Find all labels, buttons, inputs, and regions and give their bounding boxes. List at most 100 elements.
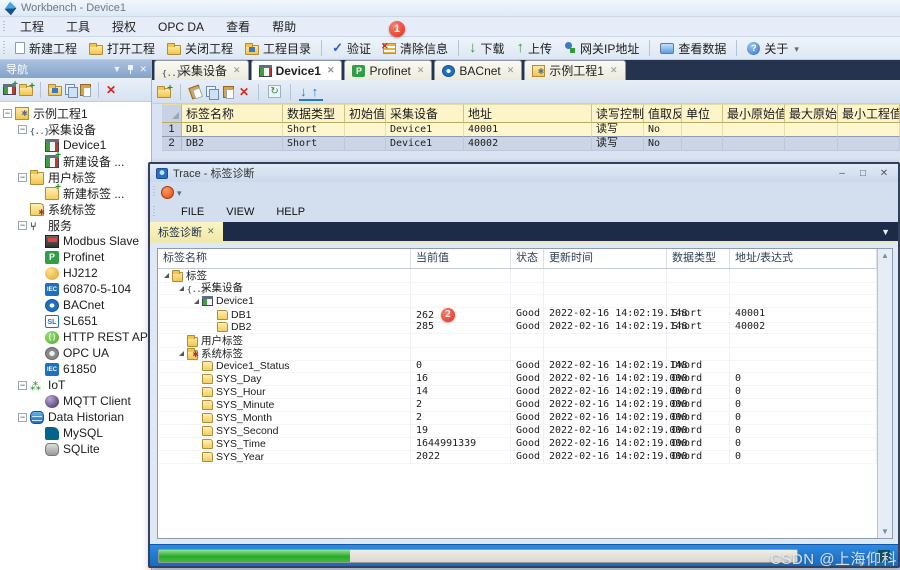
tab-tag-diagnosis[interactable]: 标签诊断 ✕ [150,222,223,241]
upload-button[interactable]: 上传 [511,38,559,59]
tree-item-iec61850[interactable]: 61850 [0,361,151,377]
column-header[interactable]: 采集设备 [386,104,464,123]
tab-project[interactable]: 示例工程1✕ [524,60,626,80]
tree-row-db2[interactable]: DB2 285 Good 2022-02-16 14:02:19.148 Short 4… [158,321,877,334]
tab-device1[interactable]: Device1 ✕ [250,60,343,80]
chevron-down-icon[interactable]: ▼ [113,64,122,74]
tree-row-sys-time[interactable]: SYS_Time 1644991339 Good 2022-02-16 14:02:… [158,438,877,451]
tree-row-device1[interactable]: Device1 [158,295,877,308]
cell-min-raw[interactable] [723,137,785,151]
tree-row-sys-day[interactable]: SYS_Day 16 Good 2022-02-16 14:02:19.000 DWo… [158,373,877,386]
tree-row-sys-year[interactable]: SYS_Year 2022 Good 2022-02-16 14:02:19.000… [158,451,877,464]
column-header[interactable]: 数据类型 [667,249,730,268]
tree-item-system-tags[interactable]: 系统标签 [0,201,151,217]
menu-view[interactable]: 查看 [215,17,261,36]
copy-icon[interactable] [65,83,78,98]
cell-min-eng[interactable] [838,123,900,137]
menu-view[interactable]: VIEW [226,206,254,218]
tree-item-new-device[interactable]: 新建设备 ... [0,150,151,169]
tree-item-device1[interactable]: Device1 [0,137,151,153]
menu-tools[interactable]: 工具 [55,17,101,36]
cell-tag-name[interactable]: DB2 [182,137,283,151]
column-header[interactable]: 值取反 [644,104,682,123]
tree-item-sl651[interactable]: SL651 [0,313,151,329]
column-header[interactable]: 状态 [511,249,544,268]
cell-unit[interactable] [682,137,723,151]
tree-item-hj212[interactable]: HJ212 [0,265,151,281]
tree-item-opc-ua[interactable]: OPC UA [0,345,151,361]
cell-invert[interactable]: No [644,123,682,137]
column-header[interactable]: 读写控制 [592,104,644,123]
close-button[interactable]: ✕ [876,168,892,179]
collapse-box[interactable]: − [18,124,27,134]
tree-item-mysql[interactable]: MySQL [0,425,151,441]
open-project-button[interactable]: 打开工程 [83,38,161,59]
add-tag-icon[interactable] [157,83,173,98]
export-icon[interactable] [310,85,322,101]
edit-icon[interactable] [188,83,203,100]
cell-max-raw[interactable] [785,123,838,137]
record-button[interactable] [161,185,174,199]
tree-item-data-historian[interactable]: − Data Historian [0,409,151,425]
view-data-button[interactable]: 查看数据 [654,38,732,59]
tree-item-services[interactable]: −服务 [0,217,151,233]
cell-initial[interactable] [345,123,386,137]
cell-device[interactable]: Device1 [386,137,464,151]
new-project-button[interactable]: 新建工程 [9,38,83,59]
column-header[interactable]: 更新时间 [544,249,667,268]
tree-item-mqtt-client[interactable]: MQTT Client [0,393,151,409]
tab-close-icon[interactable]: ✕ [417,65,425,76]
cell-min-raw[interactable] [723,123,785,137]
menu-project[interactable]: 工程 [9,17,55,36]
cell-min-eng[interactable] [838,137,900,151]
tab-close-icon[interactable]: ✕ [207,226,215,237]
add-device-icon[interactable] [3,79,18,95]
tree-row-system-tags[interactable]: 系统标签 [158,347,877,361]
tree-item-new-tag[interactable]: 新建标签 ... [0,182,151,201]
tree-item-devices[interactable]: −采集设备 [0,121,151,137]
tab-close-icon[interactable]: ✕ [233,65,241,76]
copy-icon[interactable] [206,85,219,100]
tab-profinet[interactable]: Profinet✕ [344,60,433,80]
tree-row-sys-second[interactable]: SYS_Second 19 Good 2022-02-16 14:02:19.000… [158,425,877,438]
tree-row-sys-minute[interactable]: SYS_Minute 2 Good 2022-02-16 14:02:19.000 D… [158,399,877,412]
verify-button[interactable]: 验证 [326,38,377,59]
cell-max-raw[interactable] [785,137,838,151]
record-dropdown-caret[interactable] [177,185,182,199]
close-icon[interactable]: ✕ [139,64,147,75]
project-dir-button[interactable]: 工程目录 [239,38,317,59]
tree-row-tags-root[interactable]: 标签 [158,269,877,283]
collapse-box[interactable]: − [18,220,27,230]
import-icon[interactable] [299,85,311,101]
minimize-button[interactable]: – [834,168,850,179]
pin-icon[interactable] [128,64,134,74]
dialog-title-bar[interactable]: Trace - 标签诊断 – □ ✕ [150,164,898,182]
tree-item-sqlite[interactable]: SQLite [0,441,151,457]
tree-item-project[interactable]: −示例工程1 [0,105,151,121]
column-header[interactable]: 标签名称 [158,249,411,268]
select-all-corner[interactable] [162,104,182,123]
tree-item-user-tags[interactable]: − 用户标签 [0,169,151,185]
cell-initial[interactable] [345,137,386,151]
menu-help[interactable]: 帮助 [261,17,307,36]
toolbar-overflow-caret[interactable] [794,41,799,55]
add-folder-icon[interactable] [19,81,35,96]
tree-row-sys-month[interactable]: SYS_Month 2 Good 2022-02-16 14:02:19.000 DW… [158,412,877,425]
menu-license[interactable]: 授权 [101,17,147,36]
expanded-arrow-icon[interactable] [179,351,184,356]
cell-data-type[interactable]: Short [283,123,345,137]
delete-icon[interactable] [106,83,116,97]
tab-bacnet[interactable]: BACnet ✕ [434,60,523,80]
expanded-arrow-icon[interactable] [194,298,199,304]
gateway-ip-button[interactable]: 网关IP地址 [558,38,645,59]
menu-file[interactable]: FILE [181,206,204,218]
cell-address[interactable]: 40002 [464,137,592,151]
paste-icon[interactable] [80,83,91,97]
cell-unit[interactable] [682,123,723,137]
vertical-scrollbar[interactable]: ▲ ▼ [877,249,892,538]
clear-messages-button[interactable]: 清除信息 [377,38,454,59]
menu-opcda[interactable]: OPC DA [147,17,215,36]
column-header[interactable]: 初始值 [345,104,386,123]
refresh-icon[interactable] [268,85,282,98]
cell-rw[interactable]: 读写 [592,123,644,137]
